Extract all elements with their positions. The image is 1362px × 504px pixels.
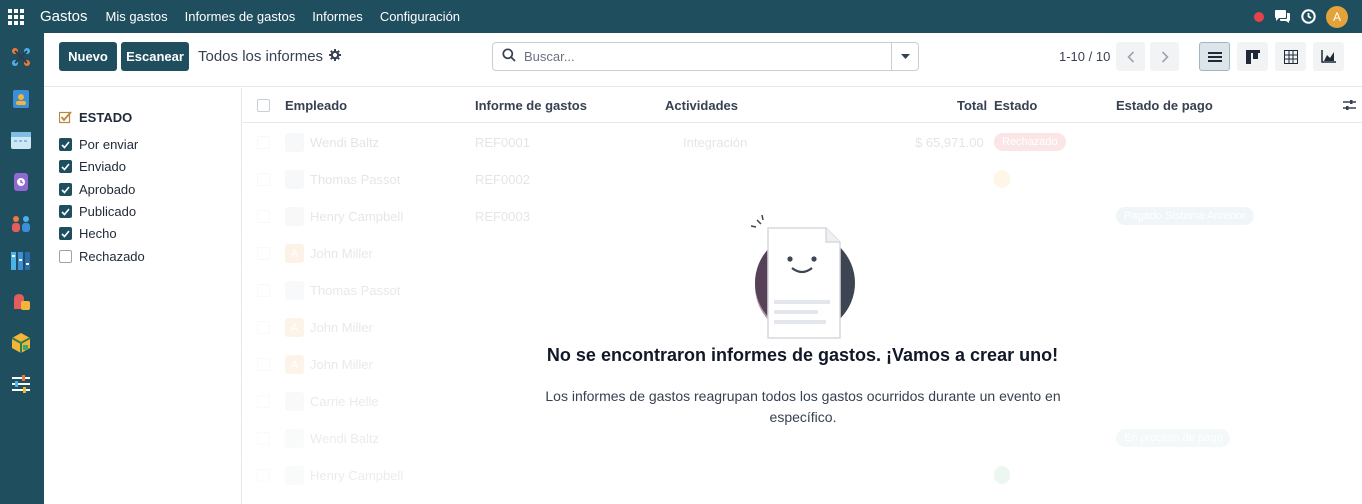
column-header-empleado[interactable]: Empleado — [285, 98, 347, 113]
menu-mis-gastos[interactable]: Mis gastos — [106, 9, 168, 24]
menu-configuracion[interactable]: Configuración — [380, 9, 460, 24]
app-grid-icon[interactable] — [8, 8, 24, 25]
scan-button[interactable]: Escanear — [121, 42, 189, 71]
gear-icon[interactable] — [329, 48, 342, 65]
status-dot-icon[interactable] — [1254, 11, 1264, 22]
app-dock — [0, 33, 44, 504]
checkbox-checked-icon[interactable] — [59, 138, 72, 151]
pager-value[interactable]: 1-10 / 10 — [1059, 49, 1110, 64]
empty-state: No se encontraron informes de gastos. ¡V… — [243, 124, 1362, 504]
inventory-icon[interactable] — [10, 332, 32, 354]
select-all-checkbox[interactable] — [257, 99, 270, 112]
checkbox-checked-icon[interactable] — [59, 205, 72, 218]
new-button[interactable]: Nuevo — [59, 42, 117, 71]
empty-state-text: Los informes de gastos reagrupan todos l… — [545, 388, 1061, 425]
main-menu: Mis gastos Informes de gastos Informes C… — [106, 9, 461, 24]
chevron-right-icon — [1161, 50, 1169, 63]
checkbox-checked-icon[interactable] — [59, 227, 72, 240]
pager-previous-button[interactable] — [1116, 42, 1145, 71]
column-header-estado-de-pago[interactable]: Estado de pago — [1116, 98, 1213, 113]
checkbox-heading-icon — [59, 111, 72, 124]
filter-heading: ESTADO — [59, 110, 132, 125]
filter-heading-label: ESTADO — [79, 110, 133, 125]
app-name[interactable]: Gastos — [40, 8, 88, 25]
empty-document-illustration — [750, 214, 855, 339]
filter-rechazado[interactable]: Rechazado — [59, 249, 145, 264]
filter-label: Aprobado — [79, 182, 136, 197]
menu-informes[interactable]: Informes — [312, 9, 363, 24]
kanban-view-icon — [1245, 49, 1260, 64]
list-view-button[interactable] — [1199, 42, 1230, 71]
search-bar[interactable]: Buscar... — [492, 42, 919, 71]
expenses-icon[interactable] — [10, 291, 32, 313]
filter-label: Por enviar — [79, 137, 139, 152]
column-header-total[interactable]: Total — [957, 98, 987, 113]
filter-label: Rechazado — [79, 249, 145, 264]
project-icon[interactable] — [10, 250, 32, 272]
list-header: Empleado Informe de gastos Actividades T… — [243, 88, 1362, 123]
graph-view-button[interactable] — [1313, 42, 1344, 71]
timesheet-icon[interactable] — [10, 171, 32, 193]
filter-panel: ESTADO Por enviar Enviado Aprobado Publi… — [44, 88, 242, 504]
discuss-icon[interactable] — [10, 46, 32, 68]
clock-icon[interactable] — [1301, 9, 1316, 24]
chat-icon[interactable] — [1274, 9, 1291, 24]
employees-icon[interactable] — [10, 213, 32, 235]
top-navbar: Gastos Mis gastos Informes de gastos Inf… — [0, 0, 1362, 33]
search-input[interactable]: Buscar... — [524, 49, 575, 64]
user-avatar[interactable]: A — [1326, 5, 1348, 28]
column-header-estado[interactable]: Estado — [994, 98, 1037, 113]
column-header-actividades[interactable]: Actividades — [665, 98, 738, 113]
list-view-icon — [1207, 51, 1222, 62]
contacts-icon[interactable] — [10, 88, 32, 110]
filter-hecho[interactable]: Hecho — [59, 226, 117, 241]
kanban-view-button[interactable] — [1237, 42, 1268, 71]
pivot-view-button[interactable] — [1275, 42, 1306, 71]
checkbox-checked-icon[interactable] — [59, 160, 72, 173]
column-settings-icon[interactable] — [1343, 99, 1356, 114]
breadcrumb: Todos los informes — [198, 48, 342, 65]
pivot-view-icon — [1283, 49, 1298, 64]
systray: A — [1254, 0, 1348, 33]
filter-publicado[interactable]: Publicado — [59, 204, 136, 219]
control-panel: Nuevo Escanear Todos los informes Buscar… — [44, 33, 1362, 87]
checkbox-checked-icon[interactable] — [59, 183, 72, 196]
filter-label: Publicado — [79, 204, 137, 219]
checkbox-unchecked-icon[interactable] — [59, 250, 72, 263]
menu-informes-de-gastos[interactable]: Informes de gastos — [185, 9, 296, 24]
search-options-toggle[interactable] — [891, 43, 918, 70]
caret-down-icon — [900, 53, 910, 59]
calendar-icon[interactable] — [10, 129, 32, 151]
filter-label: Enviado — [79, 159, 126, 174]
graph-view-icon — [1321, 50, 1336, 63]
column-header-informe[interactable]: Informe de gastos — [475, 98, 587, 113]
filter-por-enviar[interactable]: Por enviar — [59, 137, 138, 152]
filter-aprobado[interactable]: Aprobado — [59, 182, 135, 197]
pager-next-button[interactable] — [1150, 42, 1179, 71]
breadcrumb-title: Todos los informes — [198, 48, 324, 65]
filter-enviado[interactable]: Enviado — [59, 159, 126, 174]
filter-label: Hecho — [79, 226, 117, 241]
empty-state-title: No se encontraron informes de gastos. ¡V… — [546, 345, 1059, 365]
chevron-left-icon — [1126, 50, 1134, 63]
settings-icon[interactable] — [10, 373, 32, 395]
search-icon — [502, 48, 516, 65]
